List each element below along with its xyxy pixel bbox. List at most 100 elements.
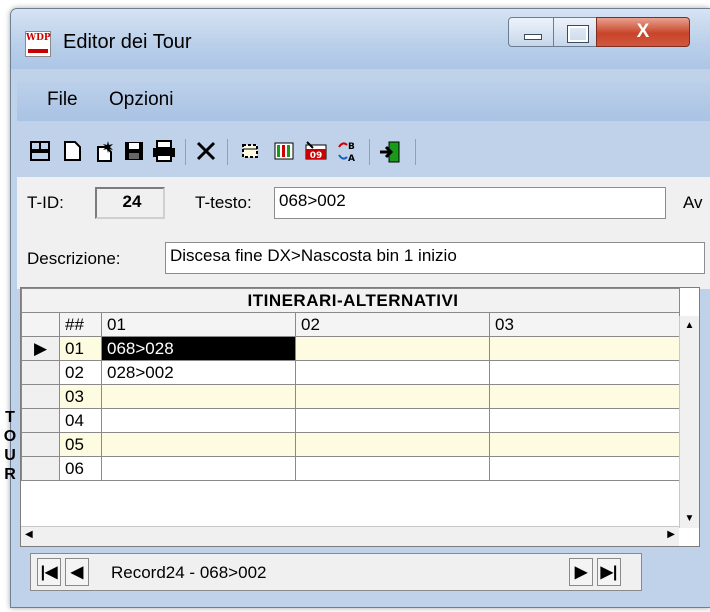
toolbar-separator <box>227 139 228 165</box>
row-selector[interactable] <box>21 432 60 457</box>
record-navigator: |◀ ◀ Record24 - 068>002 ▶ ▶| <box>30 553 642 591</box>
date-icon[interactable]: 09 <box>303 139 329 165</box>
table-row[interactable]: 02 028>002 <box>21 360 680 385</box>
next-record-icon: ▶ <box>574 564 588 581</box>
grid-cell[interactable] <box>489 384 680 409</box>
grid-cell[interactable] <box>101 408 296 433</box>
grid-cell[interactable] <box>295 456 490 481</box>
first-record-button[interactable]: |◀ <box>37 558 61 586</box>
menu-options[interactable]: Opzioni <box>109 89 173 111</box>
grid-cell[interactable] <box>295 432 490 457</box>
grid-table: ITINERARI-ALTERNATIVI ## 01 02 03 ▶ 01 0… <box>21 288 680 481</box>
menu-file[interactable]: File <box>47 89 78 111</box>
grid-cell[interactable] <box>295 408 490 433</box>
itinerari-grid[interactable]: TOUR ITINERARI-ALTERNATIVI ## 01 02 03 ▶… <box>4 287 700 547</box>
scroll-down-icon[interactable]: ▼ <box>680 513 699 524</box>
grid-cell[interactable] <box>101 432 296 457</box>
scroll-right-icon[interactable]: ▶ <box>667 529 675 540</box>
grid-view-icon[interactable] <box>27 139 53 165</box>
toolbar: 09 BA <box>17 127 710 177</box>
description-panel: Descrizione: Discesa fine DX>Nascosta bi… <box>17 231 710 289</box>
tid-label: T-ID: <box>27 193 64 212</box>
table-row[interactable]: ▶ 01 068>028 <box>21 336 680 361</box>
grid-cell[interactable]: 068>028 <box>101 336 296 361</box>
ttesto-label: T-testo: <box>195 193 252 212</box>
svg-text:09: 09 <box>310 151 323 161</box>
toolbar-separator <box>369 139 370 165</box>
close-icon: X <box>636 21 650 42</box>
truncated-label: Av <box>683 193 703 212</box>
close-button[interactable]: X <box>596 17 690 47</box>
grid-cell[interactable] <box>295 336 490 361</box>
minimize-button[interactable] <box>508 17 554 47</box>
row-number: 05 <box>59 432 102 457</box>
ttesto-field[interactable]: 068>002 <box>274 187 666 219</box>
horizontal-scrollbar[interactable]: ◀ ▶ <box>21 526 679 546</box>
last-record-button[interactable]: ▶| <box>597 558 621 586</box>
column-header-01[interactable]: 01 <box>101 312 296 337</box>
table-row[interactable]: 06 <box>21 456 680 481</box>
delete-icon[interactable] <box>193 139 219 165</box>
select-area-icon[interactable] <box>237 139 263 165</box>
svg-text:B: B <box>348 142 355 152</box>
current-row-arrow-icon: ▶ <box>33 338 48 358</box>
first-record-icon: |◀ <box>40 564 58 581</box>
tour-side-label: TOUR <box>3 409 17 483</box>
columns-icon[interactable] <box>271 139 297 165</box>
grid-cell[interactable] <box>101 456 296 481</box>
title-bar[interactable]: WDP Editor dei Tour X <box>11 9 710 69</box>
last-record-icon: ▶| <box>600 564 618 581</box>
toolbar-separator <box>185 139 186 165</box>
row-selector[interactable] <box>21 408 60 433</box>
new-document-icon[interactable] <box>59 139 85 165</box>
description-field[interactable]: Discesa fine DX>Nascosta bin 1 inizio <box>165 242 705 274</box>
column-header-03[interactable]: 03 <box>489 312 680 337</box>
row-number: 03 <box>59 384 102 409</box>
row-number: 06 <box>59 456 102 481</box>
grid-cell[interactable] <box>295 384 490 409</box>
row-number: 04 <box>59 408 102 433</box>
row-number: 02 <box>59 360 102 385</box>
record-indicator: Record24 - 068>002 <box>111 563 267 582</box>
tid-field[interactable]: 24 <box>95 187 165 219</box>
row-selector[interactable] <box>21 360 60 385</box>
grid-cell[interactable] <box>489 408 680 433</box>
table-row[interactable]: 05 <box>21 432 680 457</box>
next-record-button[interactable]: ▶ <box>569 558 593 586</box>
grid-header-row: ## 01 02 03 <box>21 312 680 337</box>
previous-record-button[interactable]: ◀ <box>65 558 89 586</box>
window-title: Editor dei Tour <box>63 31 192 53</box>
grid-cell[interactable] <box>295 360 490 385</box>
table-row[interactable]: 03 <box>21 384 680 409</box>
app-icon[interactable]: WDP <box>25 31 51 57</box>
new-wizard-icon[interactable] <box>91 139 117 165</box>
vertical-scrollbar[interactable]: ▲ ▼ <box>679 316 699 528</box>
row-number: 01 <box>59 336 102 361</box>
grid-caption: ITINERARI-ALTERNATIVI <box>21 288 680 313</box>
description-label: Descrizione: <box>27 249 121 268</box>
exit-icon[interactable] <box>377 139 403 165</box>
table-row[interactable]: 04 <box>21 408 680 433</box>
header-row-selector[interactable] <box>21 312 60 337</box>
column-header-02[interactable]: 02 <box>295 312 490 337</box>
print-icon[interactable] <box>151 139 177 165</box>
previous-record-icon: ◀ <box>70 564 84 581</box>
maximize-button[interactable] <box>553 17 597 47</box>
grid-cell[interactable] <box>489 432 680 457</box>
row-selector[interactable] <box>21 456 60 481</box>
row-selector[interactable]: ▶ <box>21 336 60 361</box>
grid-cell[interactable] <box>489 360 680 385</box>
scroll-left-icon[interactable]: ◀ <box>25 529 33 540</box>
column-header-num[interactable]: ## <box>59 312 102 337</box>
scroll-up-icon[interactable]: ▲ <box>680 320 699 331</box>
save-icon[interactable] <box>121 139 147 165</box>
sort-ab-icon[interactable]: BA <box>335 139 361 165</box>
grid-cell[interactable] <box>489 456 680 481</box>
grid-cell[interactable] <box>489 336 680 361</box>
menu-bar: File Opzioni <box>17 81 710 121</box>
grid-cell[interactable] <box>101 384 296 409</box>
grid-cell[interactable]: 028>002 <box>101 360 296 385</box>
row-selector[interactable] <box>21 384 60 409</box>
svg-text:A: A <box>348 154 355 163</box>
id-panel: T-ID: 24 T-testo: 068>002 Av <box>17 177 710 231</box>
